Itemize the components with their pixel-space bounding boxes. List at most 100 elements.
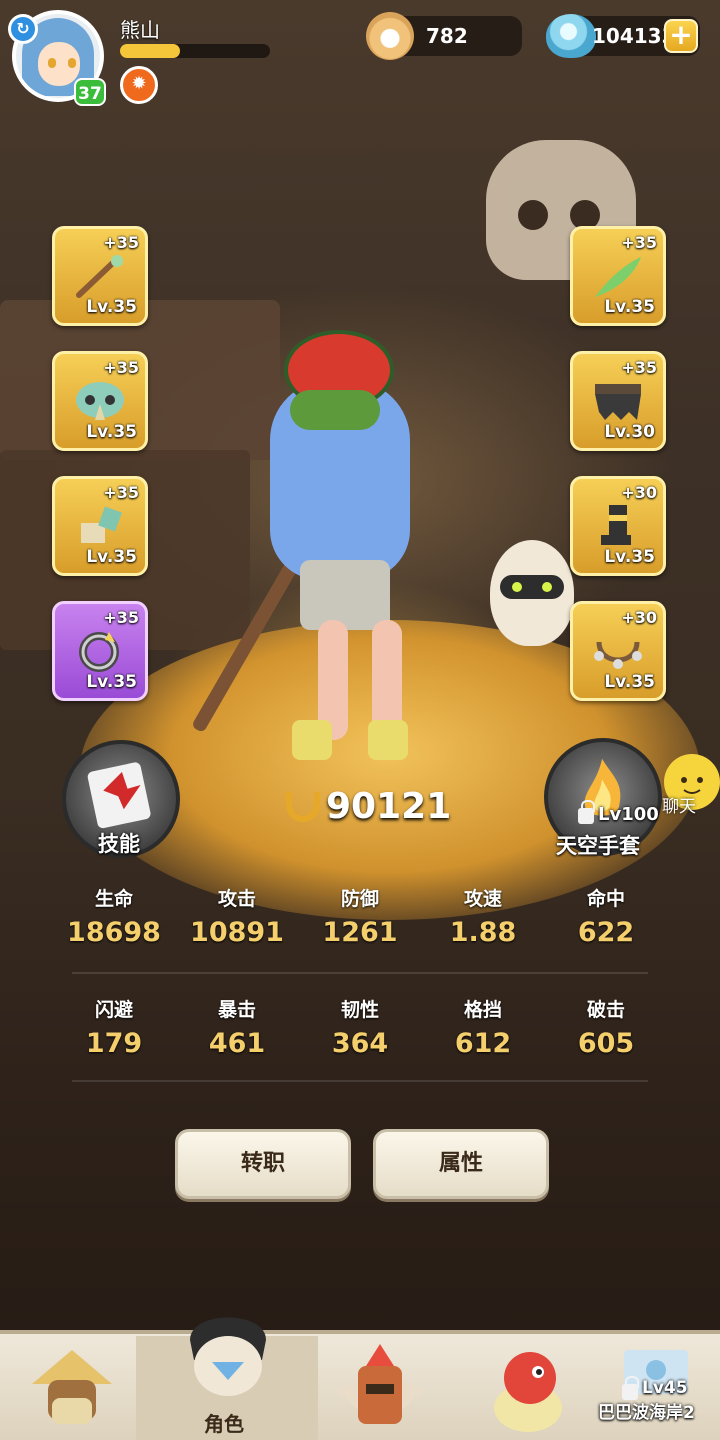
equip-slot-feather[interactable]: +35 Lv.35	[570, 226, 666, 326]
egg-pet-eyes	[500, 575, 564, 599]
job-change-button[interactable]: 转职	[175, 1129, 351, 1199]
stat-block: 格挡 612	[428, 995, 538, 1059]
enhance-level: +30	[621, 608, 657, 627]
lock-icon	[578, 800, 595, 824]
ring-icon	[79, 632, 119, 672]
stats-divider	[72, 1080, 648, 1082]
feather-icon	[595, 257, 641, 297]
stat-attack: 攻击 10891	[182, 884, 292, 948]
equip-slot-weapon[interactable]: +35 Lv.35	[52, 226, 148, 326]
locked-area-name: 巴巴波海岸2	[598, 1403, 695, 1423]
enhance-level: +35	[103, 233, 139, 252]
item-level: Lv.35	[604, 547, 655, 567]
skill-label: 技能	[98, 832, 140, 856]
character-foot	[292, 720, 332, 760]
stat-value: 179	[85, 1028, 143, 1059]
locked-area-level: Lv45	[642, 1378, 688, 1398]
game-scene-background	[0, 0, 720, 1440]
stat-value: 18698	[67, 917, 161, 948]
stat-value: 612	[454, 1028, 512, 1059]
item-level: Lv.35	[86, 297, 137, 317]
stat-defense: 防御 1261	[305, 884, 415, 948]
item-level: Lv.35	[86, 422, 137, 442]
skirt-icon	[595, 384, 641, 420]
pearl-currency: 782	[366, 12, 522, 60]
stat-name: 韧性	[340, 999, 379, 1021]
equip-slot-armor[interactable]: +35 Lv.30	[570, 351, 666, 451]
red-dino-icon	[494, 1352, 562, 1432]
nav-label-character: 角色	[204, 1412, 244, 1436]
fire-element-icon[interactable]: ✹	[120, 66, 158, 104]
enhance-level: +30	[621, 483, 657, 502]
enhance-level: +35	[621, 233, 657, 252]
nav-item-tribe[interactable]	[22, 1340, 122, 1436]
mask-icon	[76, 382, 124, 420]
stat-value: 461	[208, 1028, 266, 1059]
stat-name: 闪避	[94, 999, 133, 1021]
character-body	[300, 560, 390, 630]
sky-gloves-label: 天空手套	[556, 834, 640, 858]
character-foot	[368, 720, 408, 760]
crystal-amount: 104133	[592, 24, 676, 48]
equip-slot-ring[interactable]: +35 Lv.35	[52, 601, 148, 701]
item-level: Lv.35	[86, 547, 137, 567]
staff-icon	[76, 255, 123, 298]
character-leaf	[290, 390, 380, 430]
equip-slot-mask[interactable]: +35 Lv.35	[52, 351, 148, 451]
nav-item-character[interactable]	[176, 1300, 280, 1400]
crystal-shell-icon	[546, 14, 596, 58]
item-level: Lv.35	[604, 297, 655, 317]
tribe-chief-icon	[32, 1350, 112, 1424]
item-level: Lv.35	[86, 672, 137, 692]
totem-icon	[336, 1344, 424, 1424]
stat-break: 破击 605	[551, 995, 661, 1059]
enhance-level: +35	[103, 608, 139, 627]
stat-value: 364	[331, 1028, 389, 1059]
nav-item-pet[interactable]	[478, 1340, 578, 1436]
stat-name: 暴击	[217, 999, 256, 1021]
boots-icon	[601, 505, 631, 545]
avatar-eye	[48, 58, 56, 68]
combat-power-value: 90121	[326, 786, 452, 827]
avatar-eye	[68, 58, 76, 68]
stat-name: 格挡	[463, 999, 502, 1021]
stat-attack-speed: 攻速 1.88	[428, 884, 538, 948]
chat-label: 聊天	[662, 797, 696, 817]
stat-name: 生命	[94, 888, 133, 910]
player-name: 熊山	[120, 18, 160, 42]
stat-dodge: 闪避 179	[59, 995, 169, 1059]
stat-hp: 生命 18698	[59, 884, 169, 948]
stat-toughness: 韧性 364	[305, 995, 415, 1059]
swirl-icon: ↻	[8, 14, 38, 44]
equip-slot-bracer[interactable]: +35 Lv.35	[52, 476, 148, 576]
experience-bar-fill	[120, 44, 180, 58]
item-level: Lv.35	[604, 672, 655, 692]
sky-gloves-unlock-level: Lv100	[598, 804, 659, 825]
stat-crit: 暴击 461	[182, 995, 292, 1059]
equip-slot-necklace[interactable]: +30 Lv.35	[570, 601, 666, 701]
enhance-level: +35	[103, 483, 139, 502]
stat-hit: 命中 622	[551, 884, 661, 948]
stat-name: 攻击	[217, 888, 256, 910]
item-level: Lv.30	[604, 422, 655, 442]
pearl-amount: 782	[426, 24, 468, 48]
enhance-level: +35	[103, 358, 139, 377]
necklace-icon	[594, 641, 642, 669]
attributes-button[interactable]: 属性	[373, 1129, 549, 1199]
stat-value: 1.88	[449, 917, 517, 948]
stat-name: 破击	[586, 999, 625, 1021]
experience-bar	[120, 44, 270, 58]
enhance-level: +35	[621, 358, 657, 377]
character-face-icon	[190, 1317, 266, 1396]
stat-name: 防御	[340, 888, 379, 910]
stat-name: 命中	[586, 888, 625, 910]
add-currency-button[interactable]: +	[664, 19, 698, 53]
stats-divider	[72, 972, 648, 974]
nav-item-totem[interactable]	[330, 1340, 430, 1436]
pearl-shell-icon	[366, 12, 414, 60]
stat-value: 1261	[322, 917, 398, 948]
stat-value: 605	[577, 1028, 635, 1059]
equip-slot-boots[interactable]: +30 Lv.35	[570, 476, 666, 576]
stat-value: 622	[577, 917, 635, 948]
stat-value: 10891	[190, 917, 284, 948]
